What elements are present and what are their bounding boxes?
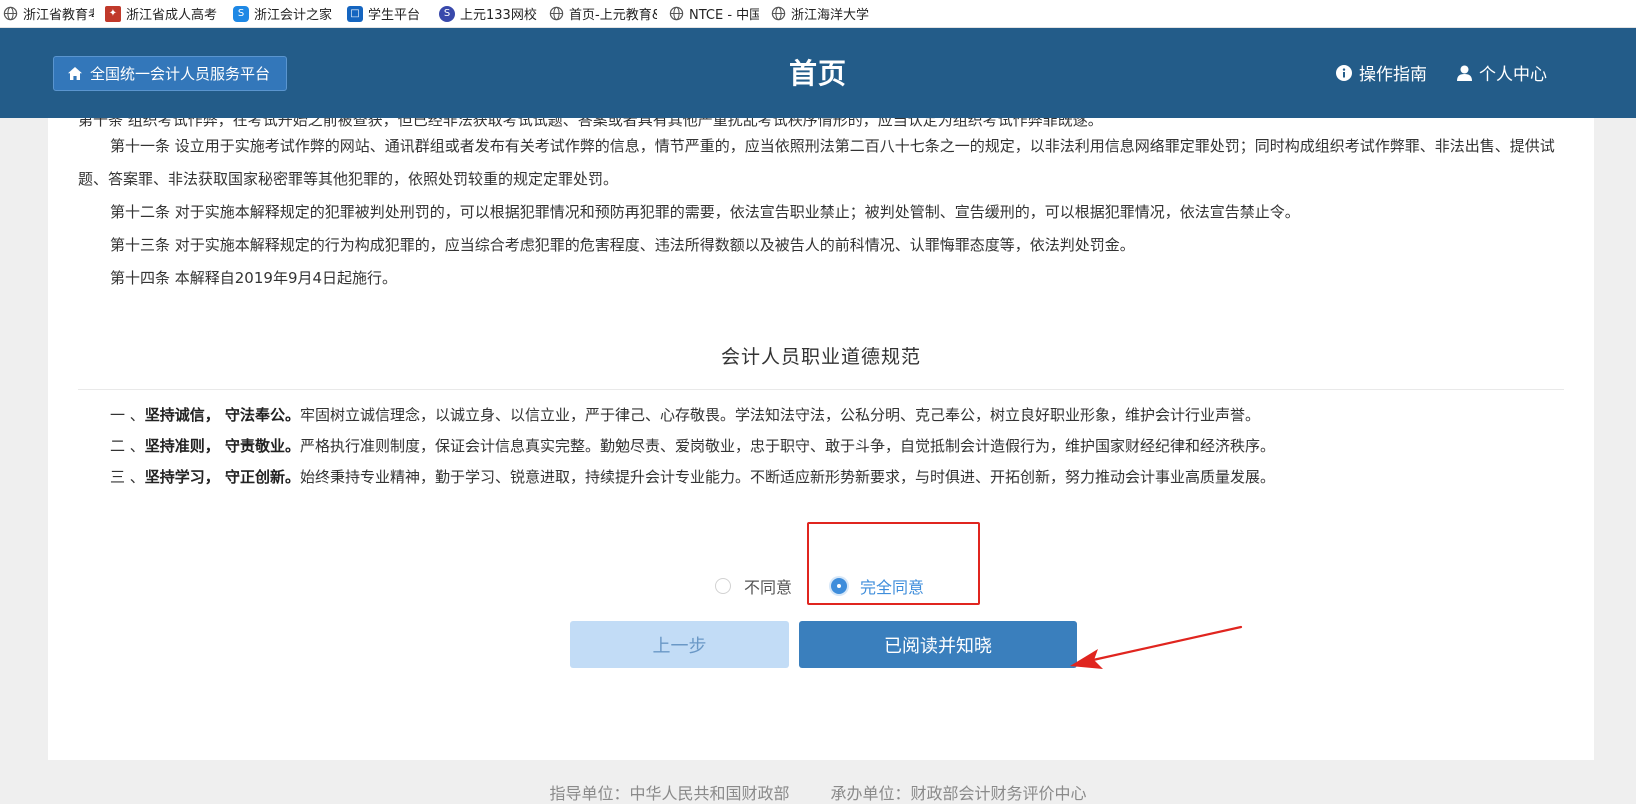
- globe-icon: [770, 6, 786, 22]
- article-12-text: 第十二条 对于实施本解释规定的犯罪被判处刑罚的，可以根据犯罪情况和预防再犯罪的需…: [110, 203, 1300, 221]
- globe-icon: [2, 6, 18, 22]
- article-11-text: 第十一条 设立用于实施考试作弊的网站、通讯群组或者发布有关考试作弊的信息，情节严…: [78, 137, 1555, 188]
- personal-label: 个人中心: [1479, 65, 1547, 85]
- ethics-item-text: 牢固树立诚信理念，以诚立身、以信立业，严于律己、心存敬畏。学法知法守法，公私分明…: [300, 406, 1261, 424]
- bookmark-item[interactable]: NTCE - 中国教: [666, 0, 768, 28]
- footer-host-unit: 承办单位：财政部会计财务评价中心: [830, 784, 1087, 803]
- bookmark-label: NTCE - 中国教: [689, 8, 759, 23]
- section-divider: [78, 389, 1564, 390]
- ethics-item: 三 、坚持学习， 守正创新。始终秉持专业精神，勤于学习、锐意进取，持续提升会计专…: [110, 466, 1275, 487]
- globe-icon: [548, 6, 564, 22]
- bookmark-item[interactable]: ✦ 浙江省成人高考: [103, 0, 231, 28]
- bookmark-item[interactable]: 浙江省教育考试: [0, 0, 103, 28]
- personal-center-link[interactable]: 个人中心: [1457, 60, 1547, 85]
- bookmark-item[interactable]: 浙江海洋大学: [768, 0, 878, 28]
- ethics-item: 一 、坚持诚信， 守法奉公。牢固树立诚信理念，以诚立身、以信立业，严于律己、心存…: [110, 404, 1260, 425]
- ethics-item-heading: 坚持诚信， 守法奉公。: [144, 406, 301, 424]
- article-13: 第十三条 对于实施本解释规定的行为构成犯罪的，应当综合考虑犯罪的危害程度、违法所…: [78, 229, 1578, 262]
- bookmark-label: 首页-上元教育&: [569, 8, 657, 23]
- bookmark-label: 浙江省教育考试: [23, 8, 94, 23]
- article-14: 第十四条 本解释自2019年9月4日起施行。: [78, 262, 1578, 295]
- site-footer: 指导单位：中华人民共和国财政部 承办单位：财政部会计财务评价中心: [0, 780, 1636, 804]
- bookmarks-bar: 浙江省教育考试 ✦ 浙江省成人高考 S 浙江会计之家 □ 学生平台 S 上元13…: [0, 0, 1636, 28]
- footer-guide-unit: 指导单位：中华人民共和国财政部: [549, 784, 790, 803]
- bookmark-label: 浙江会计之家: [254, 8, 333, 23]
- site-logo-icon: □: [347, 5, 363, 22]
- globe-icon: [668, 6, 684, 22]
- ethics-item-heading: 坚持准则， 守责敬业。: [144, 437, 301, 455]
- disagree-radio[interactable]: 不同意: [715, 574, 792, 598]
- bookmark-item[interactable]: S 浙江会计之家: [231, 0, 345, 28]
- ethics-item-text: 始终秉持专业精神，勤于学习、锐意进取，持续提升会计专业能力。不断适应新形势新要求…: [300, 468, 1276, 486]
- bookmark-item[interactable]: 首页-上元教育&: [546, 0, 666, 28]
- bookmark-label: 浙江省成人高考: [126, 8, 218, 23]
- article-10-text: 第十条 组织考试作弊，在考试开始之前被查获，但已经非法获取考试试题、答案或者具有…: [78, 118, 1103, 129]
- ethics-section-title: 会计人员职业道德规范: [720, 346, 921, 368]
- previous-step-button[interactable]: 上一步: [570, 621, 789, 668]
- article-13-text: 第十三条 对于实施本解释规定的行为构成犯罪的，应当综合考虑犯罪的危害程度、违法所…: [110, 236, 1135, 254]
- bookmark-item[interactable]: □ 学生平台: [345, 0, 437, 28]
- bookmark-label: 学生平台: [368, 8, 421, 23]
- ethics-item-number: 二 、: [110, 437, 145, 455]
- annotation-highlight-box: [807, 522, 980, 605]
- bookmark-label: 浙江海洋大学: [791, 8, 869, 23]
- ethics-item: 二 、坚持准则， 守责敬业。严格执行准则制度，保证会计信息真实完整。勤勉尽责、爱…: [110, 435, 1275, 456]
- disagree-label: 不同意: [744, 578, 793, 597]
- guide-label: 操作指南: [1359, 65, 1427, 85]
- ethics-item-number: 三 、: [110, 468, 145, 486]
- article-12: 第十二条 对于实施本解释规定的犯罪被判处刑罚的，可以根据犯罪情况和预防再犯罪的需…: [78, 196, 1578, 229]
- bookmark-item[interactable]: S 上元133网校: [437, 0, 546, 28]
- content-card: 第十条 组织考试作弊，在考试开始之前被查获，但已经非法获取考试试题、答案或者具有…: [48, 118, 1594, 760]
- radio-circle[interactable]: [715, 578, 731, 594]
- guide-link[interactable]: 操作指南: [1336, 60, 1427, 85]
- ethics-item-heading: 坚持学习， 守正创新。: [144, 468, 301, 486]
- user-icon: [1457, 65, 1472, 81]
- ethics-item-number: 一 、: [110, 406, 145, 424]
- site-logo-icon: S: [233, 5, 249, 22]
- site-logo-icon: S: [439, 5, 455, 22]
- article-11: 第十一条 设立用于实施考试作弊的网站、通讯群组或者发布有关考试作弊的信息，情节严…: [78, 130, 1578, 196]
- ethics-item-text: 严格执行准则制度，保证会计信息真实完整。勤勉尽责、爱岗敬业，忠于职守、敢于斗争，…: [300, 437, 1276, 455]
- site-logo-icon: ✦: [105, 5, 121, 22]
- read-acknowledge-button[interactable]: 已阅读并知晓: [799, 621, 1077, 668]
- article-14-text: 第十四条 本解释自2019年9月4日起施行。: [110, 269, 398, 287]
- site-header: 全国统一会计人员服务平台 首页 操作指南 个人中心: [0, 28, 1636, 118]
- bookmark-label: 上元133网校: [460, 8, 537, 23]
- info-icon: [1336, 64, 1352, 81]
